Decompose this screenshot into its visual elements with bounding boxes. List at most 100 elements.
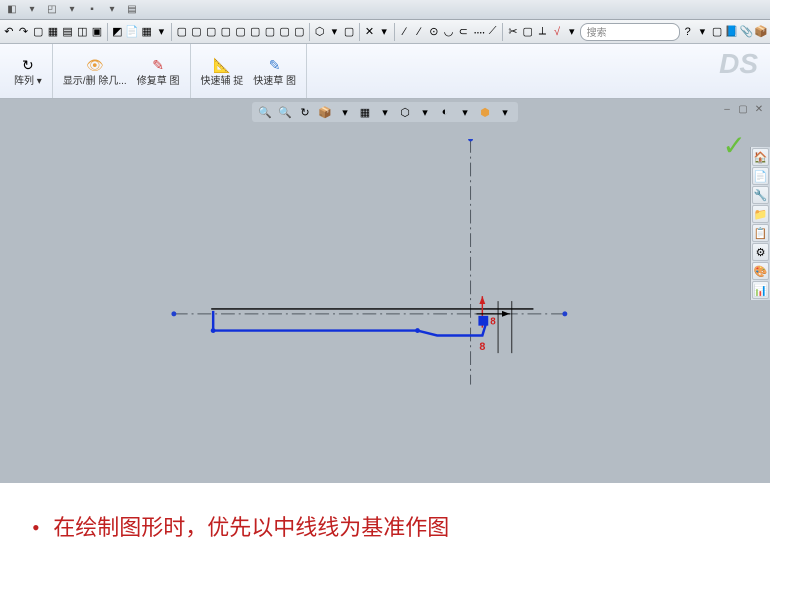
tool-2-1[interactable]: ▢ <box>190 22 204 42</box>
tool-2-3[interactable]: ▢ <box>219 22 233 42</box>
redo-button[interactable]: ↷ <box>17 22 31 42</box>
separator <box>502 23 503 41</box>
undo-button[interactable]: ↶ <box>2 22 16 42</box>
dropdown-icon[interactable]: ▾ <box>416 103 434 121</box>
circle-tool[interactable]: ⊙ <box>427 22 441 42</box>
tool-1-0[interactable]: ◩ <box>111 22 125 42</box>
dropdown-icon[interactable]: ▾ <box>456 103 474 121</box>
solidworks-logo: DS <box>711 44 766 98</box>
menu-item-4[interactable]: ▪ <box>84 2 100 18</box>
section-button[interactable]: ⬡ <box>396 103 414 121</box>
relation-icon[interactable] <box>478 316 488 326</box>
eye-icon: 👁 <box>85 56 105 76</box>
tool-6-4[interactable]: ▾ <box>565 22 579 42</box>
pattern-button[interactable]: ↻ 阵列 ▾ <box>10 54 46 89</box>
profile-line[interactable] <box>213 311 486 336</box>
help-button[interactable]: ? <box>681 22 695 42</box>
endpoint[interactable] <box>562 311 567 316</box>
arrow-icon <box>502 311 510 317</box>
dimension-value[interactable]: 8 <box>479 341 485 353</box>
toolbox-tab[interactable]: 📊 <box>752 281 769 299</box>
tool-3-0[interactable]: ⬡ <box>313 22 327 42</box>
home-tab[interactable]: 🏠 <box>752 148 769 166</box>
close-button[interactable]: ✕ <box>752 102 766 116</box>
dropdown-icon[interactable]: ▾ <box>376 103 394 121</box>
line-tool[interactable]: ∕ <box>398 22 412 42</box>
file-explorer-tab[interactable]: 📁 <box>752 205 769 223</box>
tool-5-4[interactable]: ⊂ <box>456 22 470 42</box>
minimize-button[interactable]: ‒ <box>720 102 734 116</box>
maximize-button[interactable]: ▢ <box>736 102 750 116</box>
tool-6-2[interactable]: ⟂ <box>536 22 550 42</box>
tool-2-2[interactable]: ▢ <box>204 22 218 42</box>
menu-item-2[interactable]: ◰ <box>44 2 60 18</box>
custom-props-tab[interactable]: 🎨 <box>752 262 769 280</box>
tool-1-1[interactable]: 📄 <box>125 22 139 42</box>
menu-item-0[interactable]: ◧ <box>4 2 20 18</box>
dropdown-icon[interactable]: ▾ <box>336 103 354 121</box>
menu-item-3[interactable]: ▾ <box>64 2 80 18</box>
ribbon-label: 显示/删 除几... <box>63 76 127 87</box>
tool-2-0[interactable]: ▢ <box>175 22 189 42</box>
tool-3-2[interactable]: ▢ <box>342 22 356 42</box>
ribbon-group-pattern: ↻ 阵列 ▾ <box>4 44 53 98</box>
display-mode-button[interactable]: ▦ <box>356 103 374 121</box>
sketch-area[interactable]: 8 8 <box>40 139 740 473</box>
tool-0-4[interactable]: ▤ <box>61 22 75 42</box>
dimension-value-2[interactable]: 8 <box>490 317 496 328</box>
tool-0-3[interactable]: ▦ <box>46 22 60 42</box>
tool-7-4[interactable]: 📎 <box>740 22 754 42</box>
tool-5-5[interactable]: ᠁ <box>471 22 485 42</box>
tool-6-1[interactable]: ▢ <box>521 22 535 42</box>
tool-4-0[interactable]: ✕ <box>363 22 377 42</box>
render-button[interactable]: ⬢ <box>476 103 494 121</box>
endpoint[interactable] <box>211 328 216 333</box>
tool-2-6[interactable]: ▢ <box>263 22 277 42</box>
view-cube-button[interactable]: 📦 <box>316 103 334 121</box>
tool-7-3[interactable]: 📘 <box>725 22 739 42</box>
slide-caption: • 在绘制图形时，优先以中线线为基准作图 <box>32 510 449 542</box>
tool-2-7[interactable]: ▢ <box>278 22 292 42</box>
tool-5-6[interactable]: ⟋ <box>486 22 500 42</box>
design-library-tab[interactable]: 🔧 <box>752 186 769 204</box>
endpoint[interactable] <box>468 139 473 141</box>
resources-tab[interactable]: 📄 <box>752 167 769 185</box>
quick-snap-button[interactable]: 📐 快速辅 捉 <box>197 54 248 89</box>
tool-1-3[interactable]: ▾ <box>155 22 169 42</box>
tool-7-2[interactable]: ▢ <box>710 22 724 42</box>
tool-2-5[interactable]: ▢ <box>248 22 262 42</box>
tool-0-5[interactable]: ◫ <box>75 22 89 42</box>
zoom-fit-button[interactable]: 🔍 <box>256 103 274 121</box>
tool-0-2[interactable]: ▢ <box>31 22 45 42</box>
tool-6-3[interactable]: √ <box>550 22 564 42</box>
tool-4-1[interactable]: ▾ <box>377 22 391 42</box>
endpoint[interactable] <box>415 328 420 333</box>
search-input[interactable]: 搜索 <box>580 23 680 41</box>
appearances-tab[interactable]: ⚙ <box>752 243 769 261</box>
menu-item-5[interactable]: ▾ <box>104 2 120 18</box>
view-toolbar: 🔍 🔍 ↻ 📦 ▾ ▦ ▾ ⬡ ▾ ◐ ▾ ⬢ ▾ <box>252 102 518 122</box>
appearance-button[interactable]: ◐ <box>436 103 454 121</box>
quick-sketch-button[interactable]: ✎ 快速草 图 <box>249 54 300 89</box>
separator <box>309 23 310 41</box>
repair-sketch-button[interactable]: ✎ 修复草 图 <box>133 54 184 89</box>
tool-5-1[interactable]: ∕ <box>412 22 426 42</box>
dropdown-icon[interactable]: ▾ <box>496 103 514 121</box>
sketch-viewport[interactable]: 🔍 🔍 ↻ 📦 ▾ ▦ ▾ ⬡ ▾ ◐ ▾ ⬢ ▾ ‒ ▢ ✕ ✓ 🏠 📄 🔧 … <box>0 99 770 483</box>
tool-2-8[interactable]: ▢ <box>292 22 306 42</box>
zoom-area-button[interactable]: 🔍 <box>276 103 294 121</box>
tool-7-5[interactable]: 📦 <box>754 22 768 42</box>
tool-1-2[interactable]: ▦ <box>140 22 154 42</box>
tool-7-1[interactable]: ▾ <box>696 22 710 42</box>
endpoint[interactable] <box>171 311 176 316</box>
rotate-button[interactable]: ↻ <box>296 103 314 121</box>
trim-tool[interactable]: ✂ <box>506 22 520 42</box>
display-delete-button[interactable]: 👁 显示/删 除几... <box>59 54 131 89</box>
tool-0-6[interactable]: ▣ <box>90 22 104 42</box>
tool-3-1[interactable]: ▾ <box>328 22 342 42</box>
tool-2-4[interactable]: ▢ <box>234 22 248 42</box>
view-palette-tab[interactable]: 📋 <box>752 224 769 242</box>
menu-item-1[interactable]: ▾ <box>24 2 40 18</box>
arc-tool[interactable]: ◡ <box>442 22 456 42</box>
menu-item-6[interactable]: ▤ <box>124 2 140 18</box>
